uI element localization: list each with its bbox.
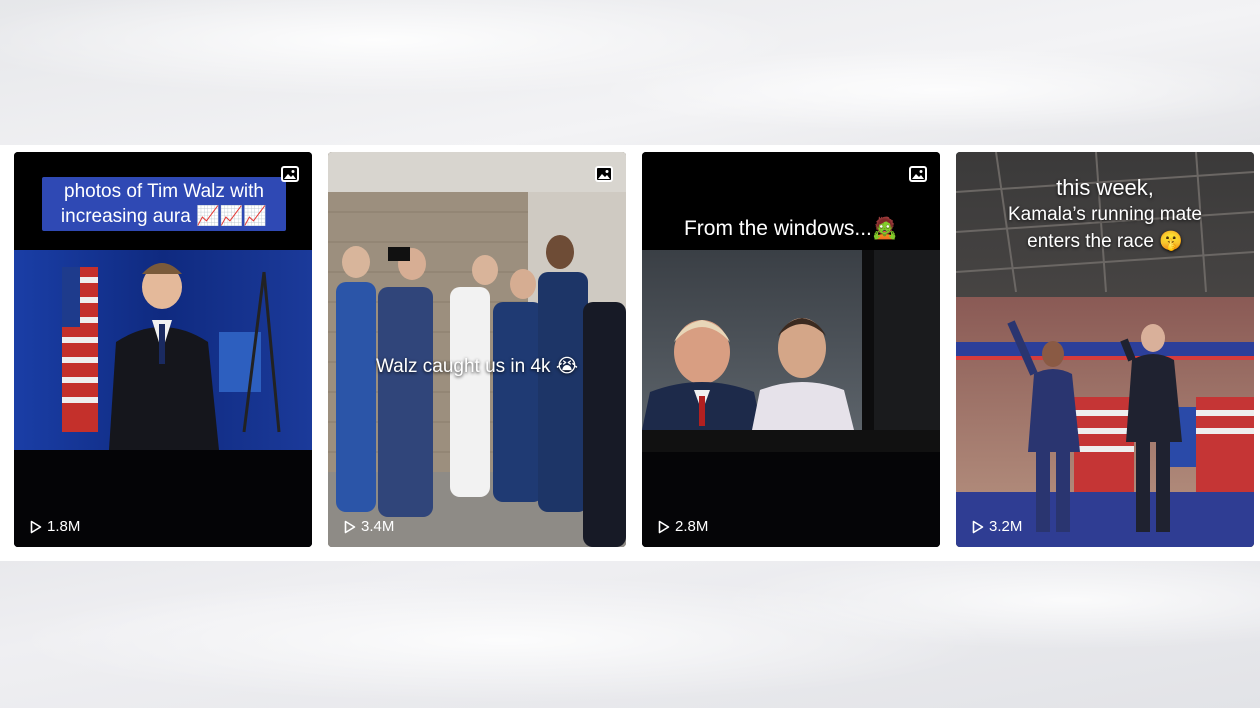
caption-line: enters the race 🤫 — [1027, 231, 1183, 252]
caption-line: this week, — [1056, 175, 1154, 200]
view-count-value: 3.4M — [361, 518, 395, 535]
video-card-3[interactable]: From the windows...🧟 2.8M — [642, 152, 940, 547]
image-icon — [281, 166, 299, 182]
video-thumbnail-2 — [328, 152, 626, 547]
image-icon — [909, 166, 927, 182]
view-count: 3.4M — [344, 518, 394, 535]
play-icon — [658, 520, 670, 533]
caption-line: Kamala’s running mate — [1008, 204, 1202, 225]
video-caption-2: Walz caught us in 4k 😭 — [375, 356, 579, 377]
play-icon — [30, 520, 42, 533]
caption-line: photos of Tim Walz with — [64, 181, 264, 202]
video-card-1[interactable]: photos of Tim Walz with increasing aura … — [14, 152, 312, 547]
view-count: 3.2M — [972, 518, 1022, 535]
caption-line: increasing aura 📈📈📈 — [60, 206, 268, 227]
play-icon — [972, 520, 984, 533]
video-card-2[interactable]: Walz caught us in 4k 😭 3.4M — [328, 152, 626, 547]
play-icon — [344, 520, 356, 533]
view-count: 1.8M — [30, 518, 80, 535]
view-count: 2.8M — [658, 518, 708, 535]
video-card-4[interactable]: this week, Kamala’s running mate enters … — [956, 152, 1254, 547]
video-caption-4: this week, Kamala’s running mate enters … — [956, 174, 1254, 255]
video-caption-1: photos of Tim Walz with increasing aura … — [42, 177, 286, 231]
image-icon — [595, 166, 613, 182]
video-caption-3: From the windows...🧟 — [683, 217, 899, 240]
view-count-value: 3.2M — [989, 518, 1023, 535]
view-count-value: 2.8M — [675, 518, 709, 535]
view-count-value: 1.8M — [47, 518, 81, 535]
video-thumbnail-3 — [642, 152, 940, 547]
